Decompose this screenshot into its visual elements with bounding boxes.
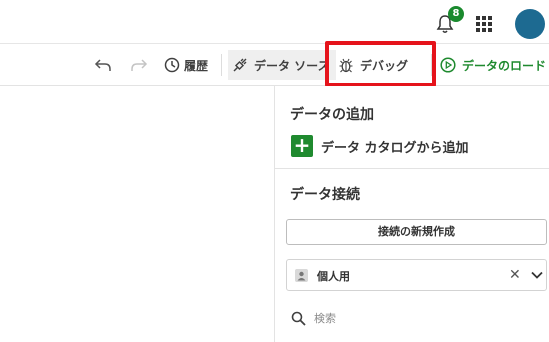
redo-icon — [131, 59, 148, 71]
data-sources-label: データ ソース — [254, 58, 330, 73]
editor-toolbar: 履歴 データ ソース デバッグ データのロード — [0, 44, 549, 86]
undo-icon — [94, 59, 111, 71]
clear-icon[interactable]: ✕ — [509, 267, 521, 283]
play-icon — [440, 57, 456, 73]
apps-grid-icon[interactable] — [476, 16, 492, 32]
debug-highlight-box — [325, 41, 436, 87]
avatar[interactable] — [515, 9, 545, 39]
plus-icon: + — [291, 135, 313, 157]
history-icon — [164, 57, 180, 73]
toolbar-divider — [221, 54, 222, 76]
space-selector[interactable]: 個人用 ✕ — [286, 259, 547, 291]
search-field[interactable]: 検索 — [291, 310, 336, 326]
space-selected-label: 個人用 — [317, 270, 350, 283]
notification-badge: 8 — [448, 6, 464, 22]
panel-divider — [275, 168, 549, 169]
top-header: 8 — [0, 0, 549, 44]
plug-icon — [233, 58, 247, 72]
search-placeholder: 検索 — [314, 312, 336, 325]
data-sources-button[interactable]: データ ソース — [228, 50, 336, 80]
search-icon — [291, 311, 306, 326]
load-data-button[interactable]: データのロード — [440, 44, 546, 86]
redo-button[interactable] — [130, 44, 148, 86]
add-from-catalog-button[interactable]: + データ カタログから追加 — [291, 135, 469, 157]
add-from-catalog-label: データ カタログから追加 — [321, 140, 469, 156]
history-label: 履歴 — [184, 58, 209, 73]
person-icon — [295, 269, 308, 282]
add-data-heading: データの追加 — [290, 107, 374, 123]
undo-button[interactable] — [94, 44, 112, 86]
history-button[interactable]: 履歴 — [164, 44, 208, 86]
chevron-down-icon[interactable] — [531, 271, 543, 279]
create-connection-button[interactable]: 接続の新規作成 — [286, 219, 547, 245]
load-data-label: データのロード — [462, 58, 547, 73]
data-connections-heading: データ接続 — [290, 187, 360, 203]
data-panel: データの追加 + データ カタログから追加 データ接続 接続の新規作成 個人用 … — [274, 86, 549, 342]
